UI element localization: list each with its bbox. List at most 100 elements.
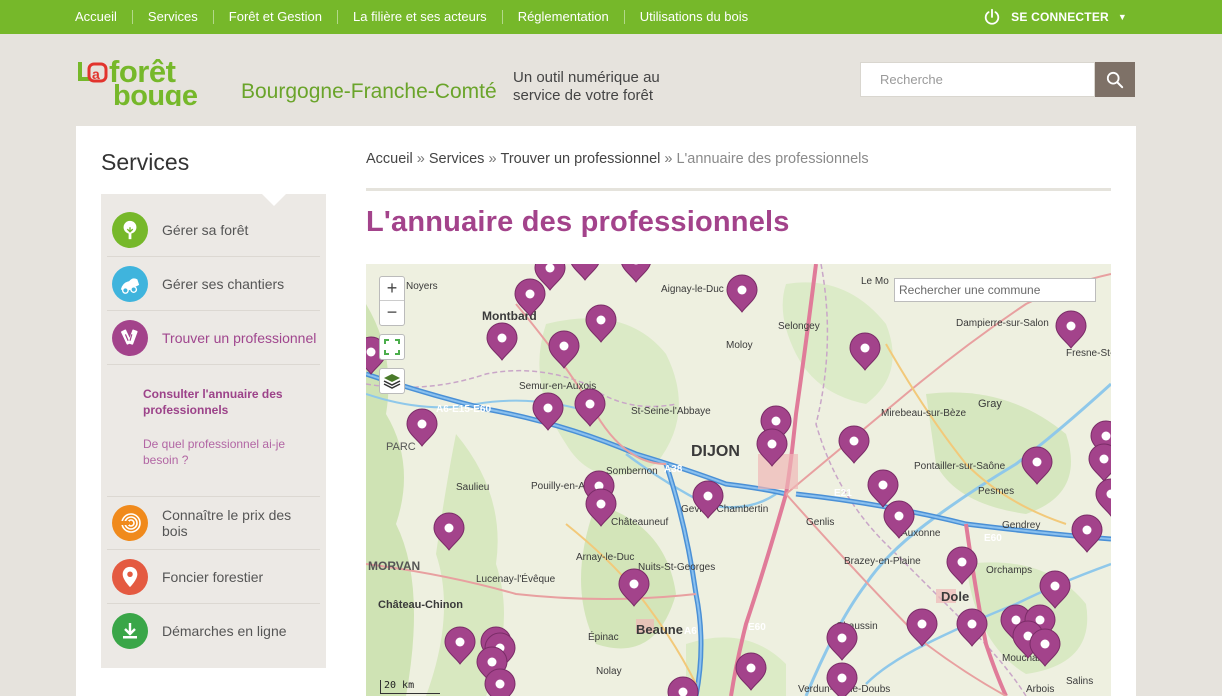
main-content: Services Gérer sa forêt Gérer ses chanti…	[76, 126, 1136, 696]
map-marker-icon[interactable]	[849, 332, 881, 371]
map-marker-icon[interactable]	[756, 428, 788, 467]
fullscreen-button[interactable]	[379, 334, 405, 360]
map-marker-icon[interactable]	[548, 330, 580, 369]
map-marker-icon[interactable]	[585, 488, 617, 527]
breadcrumb: Accueil» Services» Trouver un professionne…	[366, 151, 869, 167]
map-marker-icon[interactable]	[946, 546, 978, 585]
submenu-consulter-annuaire[interactable]: Consulter l'annuaire des professionnels	[143, 386, 321, 418]
breadcrumb-separator: »	[488, 151, 497, 167]
sidebar-item-label: Connaître le prix des bois	[162, 507, 292, 539]
professional-markers[interactable]	[366, 264, 1111, 696]
map-marker-icon[interactable]	[444, 626, 476, 665]
map-marker-icon[interactable]	[1071, 514, 1103, 553]
map-scale: 20 km	[380, 680, 440, 694]
nav-reglementation[interactable]: Réglementation	[501, 10, 624, 24]
site-search	[860, 62, 1135, 97]
breadcrumb-separator: »	[664, 151, 673, 167]
nav-services[interactable]: Services	[131, 10, 213, 24]
map-marker-icon[interactable]	[867, 469, 899, 508]
map-marker-icon[interactable]	[826, 622, 858, 661]
search-input[interactable]	[860, 62, 1095, 97]
map-marker-icon[interactable]	[585, 304, 617, 343]
zoom-in-button[interactable]: +	[380, 277, 404, 301]
map-marker-icon[interactable]	[621, 264, 651, 283]
top-navigation: Accueil Services Forêt et Gestion La fil…	[0, 0, 1222, 34]
map-marker-icon[interactable]	[735, 652, 767, 691]
site-header: a forêt bouge Bourgogne-Franche-Comté Un…	[0, 34, 1222, 126]
map-marker-icon[interactable]	[484, 668, 516, 696]
chantier-icon	[112, 265, 148, 302]
search-icon	[1106, 71, 1124, 88]
map-marker-icon[interactable]	[486, 322, 518, 361]
sidebar-submenu: Consulter l'annuaire des professionnels …	[143, 386, 321, 468]
map-marker-icon[interactable]	[667, 676, 699, 696]
login-label: SE CONNECTER	[1011, 10, 1109, 24]
sidebar-item-gerer-foret[interactable]: Gérer sa forêt	[107, 203, 320, 257]
region-name: Bourgogne-Franche-Comté	[241, 80, 497, 103]
sidebar-item-foncier[interactable]: Foncier forestier	[107, 550, 320, 604]
sidebar-item-trouver-professionnel[interactable]: Trouver un professionnel	[107, 311, 320, 365]
breadcrumb-trouver-professionnel[interactable]: Trouver un professionnel	[501, 151, 661, 167]
power-icon	[984, 8, 1000, 25]
sidebar-item-prix-bois[interactable]: Connaître le prix des bois	[107, 496, 320, 550]
location-pin-icon	[112, 558, 148, 595]
commune-search-input[interactable]	[894, 278, 1096, 302]
map-marker-icon[interactable]	[1095, 478, 1111, 517]
map-marker-icon[interactable]	[1088, 443, 1111, 482]
breadcrumb-accueil[interactable]: Accueil	[366, 151, 413, 167]
map-marker-icon[interactable]	[1039, 570, 1071, 609]
map-marker-icon[interactable]	[726, 274, 758, 313]
map-marker-icon[interactable]	[570, 264, 600, 281]
page-title: L'annuaire des professionnels	[366, 206, 790, 238]
sidebar-item-label: Foncier forestier	[162, 568, 264, 585]
map-marker-icon[interactable]	[574, 388, 606, 427]
sidebar-item-label: Gérer ses chantiers	[162, 275, 285, 292]
map-marker-icon[interactable]	[1029, 628, 1061, 667]
sidebar-title: Services	[101, 149, 190, 175]
fullscreen-icon	[384, 339, 400, 355]
professionals-map[interactable]: DIJON Beaune Dole Montbard Château-Chino…	[366, 264, 1111, 696]
caret-down-icon: ▼	[1117, 12, 1127, 22]
zoom-control: + −	[379, 276, 405, 326]
nav-utilisations-bois[interactable]: Utilisations du bois	[623, 10, 763, 24]
handshake-icon	[112, 319, 148, 356]
wood-rings-icon	[112, 505, 148, 541]
sidebar-item-gerer-chantiers[interactable]: Gérer ses chantiers	[107, 257, 320, 311]
map-marker-icon[interactable]	[514, 278, 546, 317]
tree-icon	[112, 211, 148, 248]
map-marker-icon[interactable]	[906, 608, 938, 647]
sidebar-item-label: Trouver un professionnel	[162, 329, 317, 346]
sidebar-item-label: Démarches en ligne	[162, 623, 287, 639]
breadcrumb-current: L'annuaire des professionnels	[676, 151, 869, 167]
zoom-out-button[interactable]: −	[380, 301, 404, 325]
tagline: Un outil numérique au service de votre f…	[513, 69, 660, 104]
sidebar-item-demarches[interactable]: Démarches en ligne	[107, 604, 320, 658]
sidebar-item-label: Gérer sa forêt	[162, 221, 249, 238]
top-menu: Accueil Services Forêt et Gestion La fil…	[75, 10, 763, 24]
svg-text:bouge: bouge	[113, 80, 198, 106]
submenu-quel-professionnel[interactable]: De quel professionnel ai-je besoin ?	[143, 436, 321, 468]
map-marker-icon[interactable]	[532, 392, 564, 431]
nav-accueil[interactable]: Accueil	[75, 10, 132, 24]
map-marker-icon[interactable]	[1055, 310, 1087, 349]
nav-foret-gestion[interactable]: Forêt et Gestion	[212, 10, 337, 24]
sidebar: Gérer sa forêt Gérer ses chantiers Trouv…	[101, 193, 326, 668]
login-button[interactable]: SE CONNECTER ▼	[983, 0, 1127, 34]
download-icon	[112, 613, 148, 649]
map-marker-icon[interactable]	[838, 425, 870, 464]
search-button[interactable]	[1095, 62, 1135, 97]
map-marker-icon[interactable]	[826, 662, 858, 696]
map-marker-icon[interactable]	[883, 500, 915, 539]
breadcrumb-divider	[366, 188, 1111, 191]
map-marker-icon[interactable]	[956, 608, 988, 647]
layers-icon	[383, 374, 401, 389]
map-marker-icon[interactable]	[406, 408, 438, 447]
breadcrumb-services[interactable]: Services	[429, 151, 485, 167]
map-marker-icon[interactable]	[692, 480, 724, 519]
layers-button[interactable]	[379, 368, 405, 394]
map-marker-icon[interactable]	[1021, 446, 1053, 485]
nav-filiere[interactable]: La filière et ses acteurs	[337, 10, 502, 24]
site-logo[interactable]: a forêt bouge	[75, 52, 227, 106]
map-marker-icon[interactable]	[618, 568, 650, 607]
map-marker-icon[interactable]	[433, 512, 465, 551]
